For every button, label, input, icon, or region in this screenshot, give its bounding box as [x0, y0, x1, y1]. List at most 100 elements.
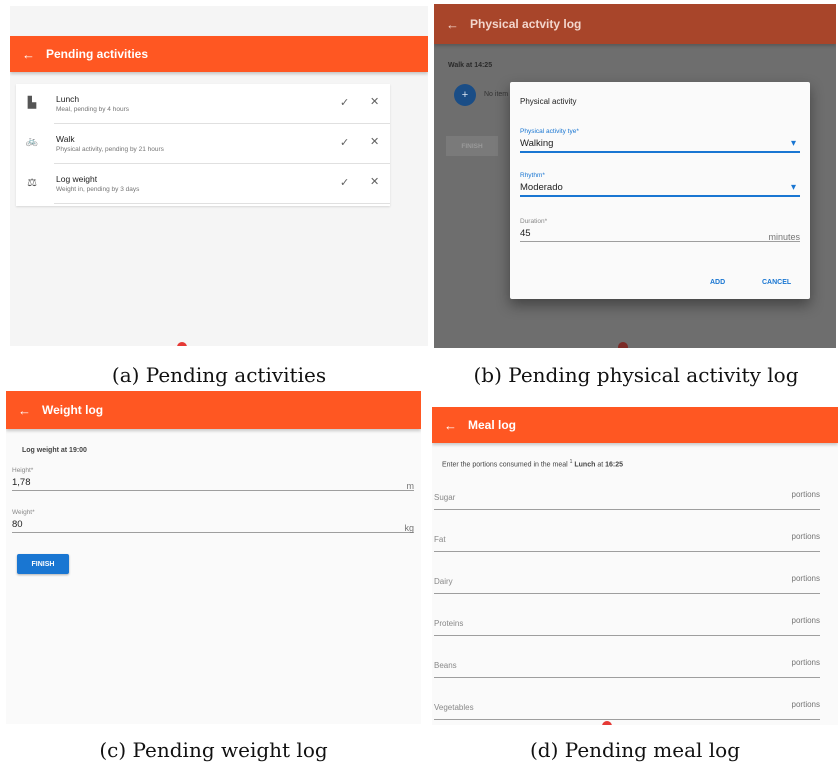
header-at: at — [597, 461, 604, 469]
meal-name: Lunch — [574, 461, 596, 469]
panel-meal-log: ← Meal log Enter the portions consumed i… — [432, 407, 838, 725]
dialog-title: Physical activity — [520, 97, 577, 106]
close-icon[interactable]: ✕ — [370, 175, 379, 188]
caption-a: (a) Pending activities — [111, 363, 327, 387]
close-icon[interactable]: ✕ — [370, 135, 379, 148]
item-subtitle: Meal, pending by 4 hours — [56, 106, 129, 113]
app-bar: ← Pending activities — [10, 36, 428, 72]
field-value: 1,78 — [12, 477, 31, 488]
field-label: Weight* — [12, 509, 35, 516]
panel-physical-activity-log: ← Physical actvity log Walk at 14:25 + N… — [434, 4, 836, 348]
caption-b: (b) Pending physical activity log — [473, 363, 799, 387]
finish-button[interactable]: FINISH — [446, 136, 498, 156]
plus-icon: + — [461, 89, 469, 101]
physical-activity-dialog: Physical activity Physical activity tye*… — [510, 82, 810, 299]
divider — [54, 203, 390, 204]
portion-input[interactable]: Proteins portions — [434, 613, 820, 636]
app-bar: ← Weight log — [6, 391, 421, 429]
unit-label: portions — [791, 532, 820, 541]
field-label: Physical activity tye* — [520, 128, 579, 135]
unit-label: m — [406, 481, 415, 491]
field-label: Sugar — [434, 493, 456, 502]
height-input[interactable]: Height* 1,78 m — [12, 467, 414, 491]
field-value: Moderado — [520, 182, 563, 193]
item-subtitle: Physical activity, pending by 21 hours — [56, 146, 164, 153]
header-text: Walk at 14:25 — [448, 62, 493, 69]
portion-input[interactable]: Fat portions — [434, 529, 820, 552]
pending-list: ▙ Lunch Meal, pending by 4 hours ✓ ✕ 🚲 W… — [16, 84, 390, 206]
field-underline — [434, 719, 820, 720]
back-arrow-icon[interactable]: ← — [444, 418, 468, 433]
back-arrow-icon[interactable]: ← — [446, 17, 470, 32]
check-icon[interactable]: ✓ — [340, 136, 349, 149]
unit-label: portions — [791, 616, 820, 625]
caption-c: (c) Pending weight log — [99, 738, 328, 762]
page-title: Weight log — [42, 403, 104, 417]
unit-label: portions — [791, 574, 820, 583]
footnote-marker: 1 — [569, 459, 573, 465]
close-icon[interactable]: ✕ — [370, 95, 379, 108]
list-item-lunch[interactable]: ▙ Lunch Meal, pending by 4 hours ✓ ✕ — [16, 84, 390, 124]
add-button[interactable]: ADD — [710, 279, 725, 286]
field-underline — [520, 151, 800, 153]
unit-label: portions — [791, 490, 820, 499]
field-underline — [12, 532, 414, 533]
bicycle-icon: 🚲 — [25, 136, 39, 147]
chevron-down-icon[interactable]: ▾ — [791, 138, 796, 149]
meal-time: 16:25 — [605, 461, 624, 469]
portion-input[interactable]: Dairy portions — [434, 571, 820, 594]
field-label: Proteins — [434, 619, 464, 628]
field-underline — [434, 593, 820, 594]
header-prefix: Enter the portions consumed in the meal — [442, 461, 568, 469]
back-arrow-icon[interactable]: ← — [18, 403, 42, 418]
field-underline — [434, 635, 820, 636]
item-name: Log weight — [56, 174, 98, 184]
field-value: 45 — [520, 228, 531, 239]
list-item-walk[interactable]: 🚲 Walk Physical activity, pending by 21 … — [16, 124, 390, 164]
indicator-dot — [602, 721, 612, 725]
portion-input[interactable]: Beans portions — [434, 655, 820, 678]
field-underline — [520, 241, 800, 242]
item-name: Walk — [56, 134, 75, 144]
field-label: Duration* — [520, 218, 548, 225]
list-item-log-weight[interactable]: ⚖ Log weight Weight in, pending by 3 day… — [16, 164, 390, 204]
cancel-button[interactable]: CANCEL — [762, 279, 791, 286]
header-text: Enter the portions consumed in the meal … — [442, 459, 623, 468]
field-label: Dairy — [434, 577, 453, 586]
field-underline — [434, 509, 820, 510]
meal-icon: ▙ — [27, 97, 37, 109]
back-arrow-icon[interactable]: ← — [22, 47, 46, 62]
portion-input[interactable]: Vegetables portions — [434, 697, 820, 720]
field-label: Vegetables — [434, 703, 474, 712]
chevron-down-icon[interactable]: ▾ — [791, 182, 796, 193]
add-fab[interactable]: + — [454, 84, 476, 106]
page-title: Meal log — [468, 418, 517, 432]
item-name: Lunch — [56, 94, 80, 104]
unit-label: minutes — [768, 232, 800, 242]
field-label: Fat — [434, 535, 446, 544]
app-bar: ← Meal log — [432, 407, 838, 443]
panel-weight-log: ← Weight log Log weight at 19:00 Height*… — [6, 391, 421, 724]
field-underline — [434, 551, 820, 552]
unit-label: portions — [791, 700, 820, 709]
activity-type-select[interactable]: Physical activity tye* Walking ▾ — [520, 128, 800, 153]
rhythm-select[interactable]: Rhythm* Moderado ▾ — [520, 172, 800, 197]
check-icon[interactable]: ✓ — [340, 176, 349, 189]
unit-label: kg — [404, 523, 414, 533]
field-label: Height* — [12, 467, 34, 474]
weight-input[interactable]: Weight* 80 kg — [12, 509, 414, 533]
header-text: Log weight at 19:00 — [22, 447, 87, 454]
finish-button[interactable]: FINISH — [17, 554, 69, 574]
item-subtitle: Weight in, pending by 3 days — [56, 186, 140, 193]
indicator-dot — [177, 342, 187, 346]
duration-input[interactable]: Duration* 45 minutes — [520, 218, 800, 242]
field-value: 80 — [12, 519, 23, 530]
finish-label: FINISH — [31, 560, 55, 568]
check-icon[interactable]: ✓ — [340, 96, 349, 109]
field-underline — [434, 677, 820, 678]
indicator-dot — [618, 342, 628, 348]
caption-d: (d) Pending meal log — [530, 738, 740, 762]
finish-label: FINISH — [461, 142, 483, 150]
portion-input[interactable]: Sugar portions — [434, 487, 820, 510]
page-title: Physical actvity log — [470, 17, 582, 31]
